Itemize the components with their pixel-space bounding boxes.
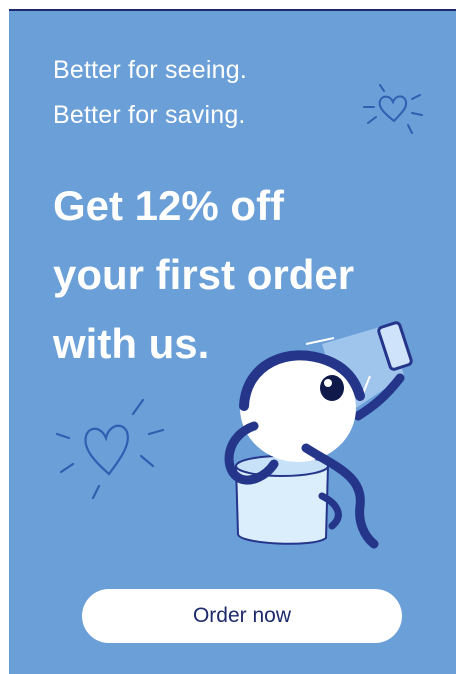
promo-banner: Better for seeing. Better for saving. Ge… <box>9 9 456 674</box>
heart-icon <box>55 398 165 500</box>
eye-mascot-illustration <box>224 321 413 549</box>
order-now-button[interactable]: Order now <box>82 589 402 643</box>
headline-line-1: Get 12% off <box>53 182 285 229</box>
tagline-seeing: Better for seeing. <box>53 56 247 84</box>
headline-line-2: your first order <box>53 251 355 298</box>
heart-icon <box>363 84 423 134</box>
tagline-saving: Better for saving. <box>53 101 246 129</box>
